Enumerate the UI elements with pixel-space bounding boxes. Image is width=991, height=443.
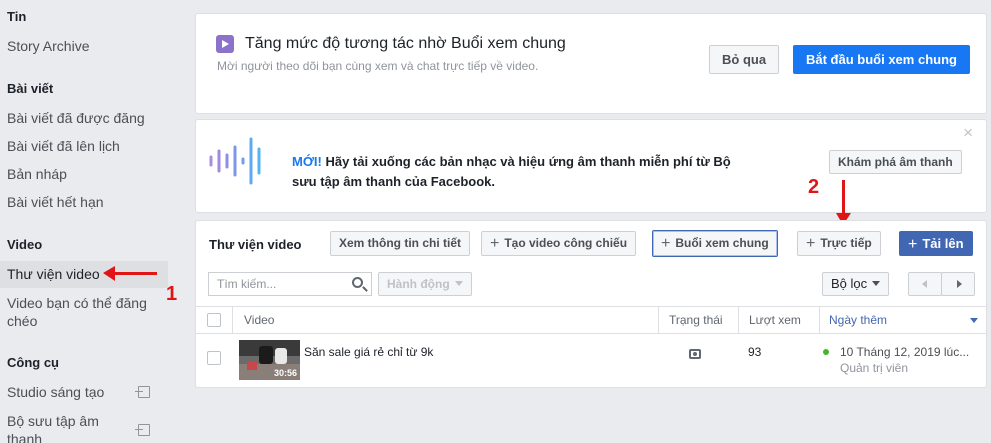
external-link-icon bbox=[135, 386, 150, 398]
sidebar-item-drafts[interactable]: Bản nháp bbox=[0, 165, 168, 183]
sound-collection-promo-card: MỚI! Hãy tải xuống các bản nhạc và hiệu … bbox=[195, 119, 987, 213]
table-header: Video Trạng thái Lượt xem Ngày thêm bbox=[196, 306, 986, 334]
go-live-label: Trực tiếp bbox=[820, 236, 872, 250]
start-watch-party-button[interactable]: Bắt đầu buổi xem chung bbox=[793, 45, 970, 74]
chevron-down-icon bbox=[872, 281, 881, 286]
filter-label: Bộ lọc bbox=[831, 276, 868, 291]
row-checkbox[interactable] bbox=[207, 351, 221, 365]
watch-party-title: Tăng mức độ tương tác nhờ Buổi xem chung bbox=[245, 35, 566, 52]
video-duration: 30:56 bbox=[273, 368, 297, 378]
upload-button[interactable]: + Tải lên bbox=[899, 231, 973, 256]
section-heading-video: Video bbox=[7, 237, 43, 252]
sidebar-item-label: Bộ sưu tập âm thanh bbox=[7, 413, 99, 443]
watch-party-icon bbox=[216, 35, 234, 53]
sidebar-item-label: Studio sáng tạo bbox=[7, 384, 105, 400]
close-icon[interactable]: × bbox=[963, 123, 973, 143]
chevron-down-icon bbox=[454, 281, 463, 286]
video-added-by: Quản trị viên bbox=[840, 361, 909, 375]
view-details-button[interactable]: Xem thông tin chi tiết bbox=[330, 231, 470, 256]
sidebar-item-creator-studio[interactable]: Studio sáng tạo bbox=[0, 383, 168, 401]
sidebar-item-story-archive[interactable]: Story Archive bbox=[0, 37, 168, 55]
column-header-video[interactable]: Video bbox=[244, 313, 274, 327]
video-thumbnail[interactable]: 30:56 bbox=[239, 340, 300, 380]
status-dot-icon bbox=[823, 349, 829, 355]
filter-dropdown[interactable]: Bộ lọc bbox=[822, 272, 890, 296]
prev-page-button[interactable] bbox=[908, 272, 942, 296]
explore-sounds-button[interactable]: Khám phá âm thanh bbox=[829, 150, 962, 174]
sound-promo-line2: sưu tập âm thanh của Facebook. bbox=[292, 174, 496, 189]
sound-waveform-icon bbox=[209, 137, 271, 185]
watch-party-subtitle: Mời người theo dõi bạn cùng xem và chat … bbox=[217, 59, 539, 73]
plus-icon: + bbox=[490, 235, 500, 252]
published-status-icon bbox=[689, 349, 701, 359]
column-header-status[interactable]: Trạng thái bbox=[669, 313, 723, 327]
watch-party-promo-card: Tăng mức độ tương tác nhờ Buổi xem chung… bbox=[195, 13, 987, 114]
search-icon bbox=[352, 277, 368, 292]
annotation-number-2: 2 bbox=[808, 176, 820, 198]
create-premiere-label: Tạo video công chiếu bbox=[504, 236, 628, 250]
sidebar-item-sound-collection[interactable]: Bộ sưu tập âm thanh bbox=[0, 412, 160, 443]
next-page-button[interactable] bbox=[941, 272, 975, 296]
watch-party-button[interactable]: + Buổi xem chung bbox=[652, 230, 778, 257]
table-row[interactable]: 30:56 Săn sale giá rẻ chỉ từ 9k 93 10 Th… bbox=[196, 335, 986, 385]
video-title[interactable]: Săn sale giá rẻ chỉ từ 9k bbox=[304, 345, 433, 359]
sidebar-item-crosspostable-videos[interactable]: Video bạn có thể đăng chéo bbox=[0, 294, 150, 330]
go-live-button[interactable]: + Trực tiếp bbox=[797, 231, 881, 256]
chevron-left-icon bbox=[922, 280, 927, 288]
section-heading-posts: Bài viết bbox=[7, 81, 54, 96]
chevron-right-icon bbox=[957, 280, 962, 288]
plus-icon: + bbox=[661, 235, 671, 252]
sound-promo-line1: Hãy tải xuống các bản nhạc và hiệu ứng â… bbox=[321, 154, 731, 169]
search-input[interactable]: Tìm kiếm... bbox=[208, 272, 372, 296]
column-header-date-added[interactable]: Ngày thêm bbox=[829, 313, 887, 327]
actions-dropdown[interactable]: Hành động bbox=[378, 272, 472, 296]
video-library-card: Thư viện video Xem thông tin chi tiết + T… bbox=[195, 220, 987, 388]
red-arrow-left-annotation bbox=[103, 266, 157, 281]
plus-icon: + bbox=[806, 235, 816, 252]
section-heading-stories: Tin bbox=[7, 9, 27, 24]
sidebar-item-published-posts[interactable]: Bài viết đã được đăng bbox=[0, 109, 168, 127]
skip-button[interactable]: Bỏ qua bbox=[709, 45, 780, 74]
video-views: 93 bbox=[748, 345, 762, 359]
search-placeholder: Tìm kiếm... bbox=[217, 277, 277, 291]
create-premiere-button[interactable]: + Tạo video công chiếu bbox=[481, 231, 637, 256]
plus-icon: + bbox=[908, 236, 918, 253]
sound-promo-text: MỚI! Hãy tải xuống các bản nhạc và hiệu … bbox=[292, 152, 792, 192]
actions-label: Hành động bbox=[387, 277, 450, 291]
section-heading-tools: Công cụ bbox=[7, 355, 59, 370]
column-header-views[interactable]: Lượt xem bbox=[749, 313, 801, 327]
sort-desc-icon bbox=[970, 318, 978, 323]
video-date-added: 10 Tháng 12, 2019 lúc... bbox=[840, 345, 970, 359]
sidebar-item-scheduled-posts[interactable]: Bài viết đã lên lịch bbox=[0, 137, 168, 155]
select-all-checkbox[interactable] bbox=[207, 313, 221, 327]
sidebar-item-expired-posts[interactable]: Bài viết hết hạn bbox=[0, 193, 168, 211]
sidebar: Tin Story Archive Bài viết Bài viết đã đ… bbox=[0, 0, 180, 443]
watch-party-label: Buổi xem chung bbox=[675, 236, 769, 250]
new-label: MỚI! bbox=[292, 154, 322, 169]
upload-label: Tải lên bbox=[922, 236, 964, 251]
red-arrow-down-annotation bbox=[836, 180, 851, 225]
annotation-number-1: 1 bbox=[166, 283, 178, 305]
library-title: Thư viện video bbox=[209, 237, 302, 252]
external-link-icon bbox=[135, 424, 150, 436]
